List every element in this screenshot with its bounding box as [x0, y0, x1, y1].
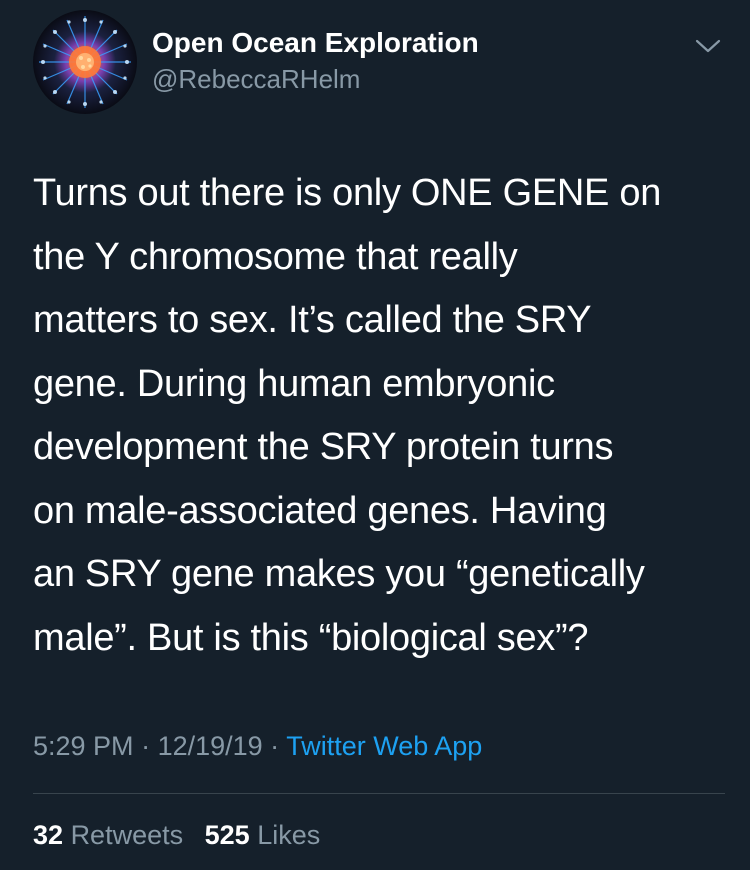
- tweet-text-line: gene. During human embryonic: [33, 362, 555, 405]
- tweet-text-line: development the SRY protein turns: [33, 426, 614, 468]
- avatar[interactable]: [33, 10, 137, 114]
- tweet-date[interactable]: 12/19/19: [158, 731, 263, 761]
- chevron-down-icon[interactable]: [694, 36, 722, 56]
- display-name[interactable]: Open Ocean Exploration: [152, 27, 479, 59]
- retweets-stat[interactable]: 32 Retweets: [33, 820, 183, 850]
- retweets-count: 32: [33, 820, 64, 850]
- tweet-text: Turns out there is only ONE GENE on the …: [33, 162, 723, 670]
- tweet-text-line: matters to sex. It’s called the SRY: [33, 299, 592, 341]
- meta-separator: ·: [262, 731, 287, 761]
- tweet-text-line: the Y chromosome that really: [33, 235, 518, 278]
- tweet-text-line: Turns out there is only ONE GENE on: [33, 172, 662, 214]
- likes-count: 525: [204, 820, 250, 850]
- tweet-card: Open Ocean Exploration @RebeccaRHelm Tur…: [0, 0, 750, 870]
- user-handle[interactable]: @RebeccaRHelm: [152, 64, 360, 95]
- tweet-meta: 5:29 PM · 12/19/19 · Twitter Web App: [33, 731, 482, 762]
- tweet-source-link[interactable]: Twitter Web App: [286, 731, 482, 761]
- tweet-time[interactable]: 5:29 PM: [33, 731, 134, 761]
- tweet-text-line: male”. But is this “biological sex”?: [33, 616, 589, 659]
- tweet-text-line: on male-associated genes. Having: [33, 489, 607, 532]
- meta-separator: ·: [133, 731, 158, 761]
- likes-stat[interactable]: 525 Likes: [205, 820, 321, 850]
- tweet-stats: 32 Retweets 525 Likes: [33, 820, 334, 851]
- tweet-text-line: an SRY gene makes you “genetically: [33, 553, 645, 595]
- likes-label: Likes: [257, 820, 321, 850]
- siphonophore-avatar-icon: [39, 16, 131, 108]
- retweets-label: Retweets: [70, 820, 184, 850]
- divider: [33, 793, 725, 794]
